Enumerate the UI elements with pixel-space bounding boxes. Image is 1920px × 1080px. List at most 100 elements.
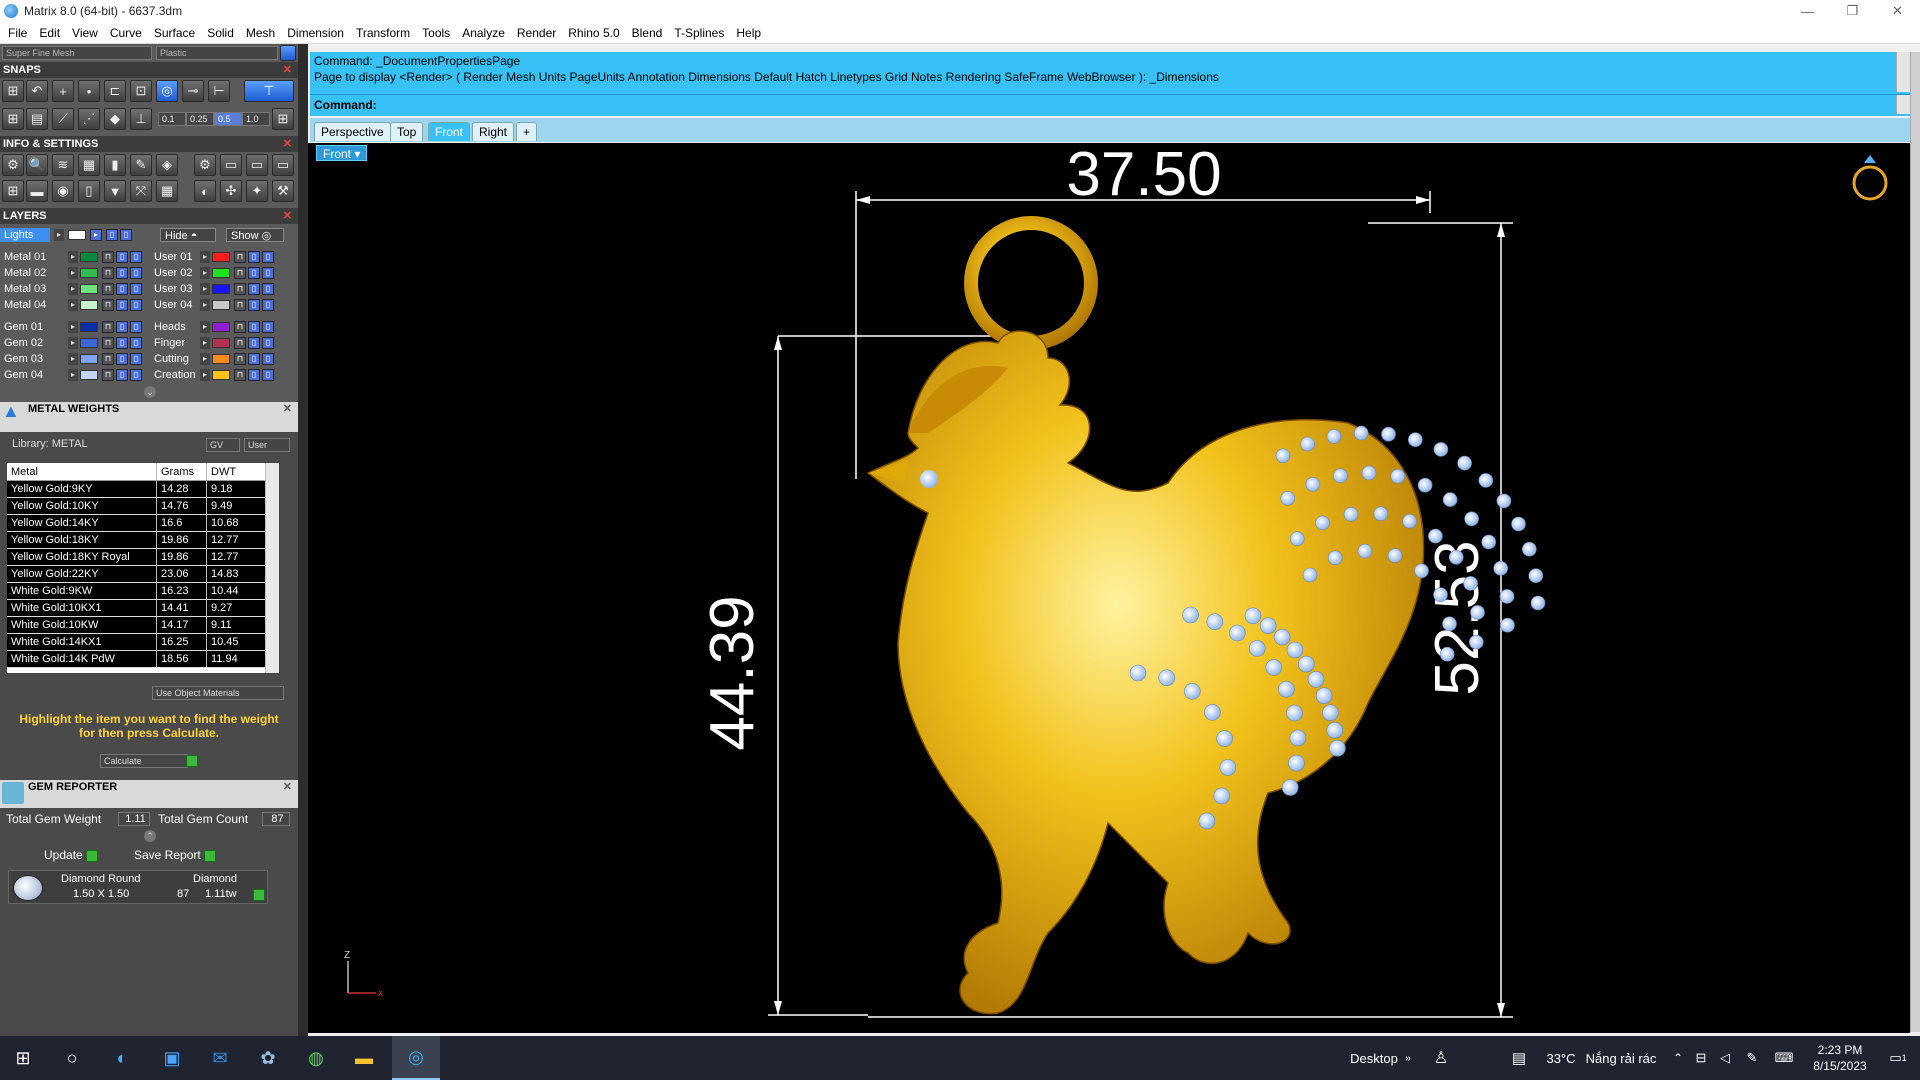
col-grams[interactable]: Grams xyxy=(157,463,207,480)
expand-icon[interactable]: ▸ xyxy=(200,267,210,279)
layer-color-swatch[interactable] xyxy=(80,268,98,278)
lock-icon[interactable]: ⊓ xyxy=(102,321,114,333)
visible-icon[interactable]: ▯ xyxy=(116,321,128,333)
table-row[interactable]: White Gold:9KW 16.23 10.44 xyxy=(7,583,279,600)
layer-color-swatch[interactable] xyxy=(80,354,98,364)
snap-tan-icon[interactable]: ⊢ xyxy=(208,80,230,102)
layer-color-swatch[interactable] xyxy=(80,338,98,348)
filter-icon[interactable]: ▼ xyxy=(104,180,126,202)
cylinder-icon[interactable]: ▯ xyxy=(78,180,100,202)
dimension-top[interactable]: 37.50 xyxy=(1066,143,1221,209)
calculate-go-icon[interactable] xyxy=(186,755,198,767)
snap-near-icon[interactable]: ⊡ xyxy=(130,80,152,102)
snap-end-icon[interactable]: ⊏ xyxy=(104,80,126,102)
lock-icon[interactable]: ⊓ xyxy=(102,283,114,295)
layer-color-swatch[interactable] xyxy=(212,370,230,380)
show-all-button[interactable]: Show ◎ xyxy=(226,228,284,242)
layer-color-swatch[interactable] xyxy=(80,252,98,262)
layer-color-swatch[interactable] xyxy=(80,322,98,332)
visible-icon[interactable]: ▯ xyxy=(248,369,260,381)
snap-center-icon[interactable]: ◎ xyxy=(156,80,178,102)
visible-icon[interactable]: ▯ xyxy=(106,229,118,241)
panel-toggle-button[interactable] xyxy=(280,45,296,61)
close-icon[interactable]: ✕ xyxy=(283,402,292,416)
tab-front[interactable]: Front xyxy=(428,122,471,141)
snap-step-2[interactable]: 0.5 xyxy=(214,112,242,126)
snap-mid-icon[interactable]: ⊸ xyxy=(182,80,204,102)
visible-icon[interactable]: ▯ xyxy=(248,321,260,333)
app-icon[interactable]: ✿ xyxy=(246,1036,290,1080)
layer-color-swatch[interactable] xyxy=(80,370,98,380)
table-row[interactable]: Yellow Gold:9KY 14.28 9.18 xyxy=(7,481,279,498)
snap-origin-icon[interactable]: ⊥ xyxy=(130,108,152,130)
visible-icon[interactable]: ▯ xyxy=(248,337,260,349)
table-row[interactable]: White Gold:10KW 14.17 9.11 xyxy=(7,617,279,634)
render-icon[interactable]: ▯ xyxy=(130,251,142,263)
weather-text[interactable]: Nắng rải rác xyxy=(1582,1036,1660,1080)
lock-icon[interactable]: ⊓ xyxy=(234,251,246,263)
layer-color-swatch[interactable] xyxy=(80,284,98,294)
layers-stack-icon[interactable]: ≋ xyxy=(52,154,74,176)
render-icon[interactable]: ▯ xyxy=(262,251,274,263)
table-row[interactable]: Yellow Gold:18KY Royal 19.86 12.77 xyxy=(7,549,279,566)
update-go-icon[interactable] xyxy=(86,849,99,862)
render-icon[interactable]: ▯ xyxy=(262,369,274,381)
lock-icon[interactable]: ⊓ xyxy=(102,369,114,381)
visible-icon[interactable]: ▯ xyxy=(116,251,128,263)
hide-all-button[interactable]: Hide ◓ xyxy=(160,228,216,242)
visible-icon[interactable]: ▯ xyxy=(248,251,260,263)
command-prompt[interactable]: Command: xyxy=(310,94,1910,114)
green-app-icon[interactable]: ◍ xyxy=(294,1036,338,1080)
layer-row[interactable]: Metal 03 ▸ ⊓ ▯ ▯ xyxy=(0,282,146,296)
menu-surface[interactable]: Surface xyxy=(148,26,201,40)
visible-icon[interactable]: ▯ xyxy=(116,337,128,349)
use-object-materials-toggle[interactable]: Use Object Materials xyxy=(152,686,284,700)
table-row[interactable]: Yellow Gold:10KY 14.76 9.49 xyxy=(7,498,279,515)
close-button[interactable]: ✕ xyxy=(1875,0,1920,22)
minimize-button[interactable]: — xyxy=(1785,0,1830,22)
calculate-button[interactable]: Calculate xyxy=(100,754,188,768)
layer-row[interactable]: Gem 03 ▸ ⊓ ▯ ▯ xyxy=(0,352,146,366)
ring-icon[interactable] xyxy=(1852,155,1888,201)
expand-icon[interactable]: ▸ xyxy=(68,337,78,349)
gem-row[interactable]: Diamond Round 1.50 X 1.50 Diamond 87 1.1… xyxy=(8,870,268,904)
window3-settings-icon[interactable]: ▭ xyxy=(272,154,294,176)
visible-icon[interactable]: ▯ xyxy=(116,353,128,365)
layer-row[interactable]: User 02 ▸ ⊓ ▯ ▯ xyxy=(150,266,296,280)
save-go-icon[interactable] xyxy=(204,849,217,862)
user-toggle[interactable]: User xyxy=(244,438,290,452)
expand-icon[interactable]: ▸ xyxy=(68,369,78,381)
render-icon[interactable]: ▯ xyxy=(130,299,142,311)
expand-icon[interactable]: ▸ xyxy=(68,321,78,333)
col-dwt[interactable]: DWT xyxy=(207,463,263,480)
weather-temp[interactable]: 33°C xyxy=(1540,1036,1582,1080)
file-explorer-icon[interactable]: ▬ xyxy=(342,1036,386,1080)
lock-icon[interactable]: ⊓ xyxy=(234,283,246,295)
render-icon[interactable]: ▯ xyxy=(120,229,132,241)
lock-icon[interactable]: ▸ xyxy=(90,229,102,241)
layer-row[interactable]: Cutting ▸ ⊓ ▯ ▯ xyxy=(150,352,296,366)
visible-icon[interactable]: ▯ xyxy=(248,299,260,311)
expand-icon[interactable]: ▸ xyxy=(200,283,210,295)
expand-icon[interactable]: ▸ xyxy=(200,369,210,381)
snap-plane-icon[interactable]: ◆ xyxy=(104,108,126,130)
layer-color-swatch[interactable] xyxy=(212,300,230,310)
render-icon[interactable]: ▯ xyxy=(130,353,142,365)
render-icon[interactable]: ▯ xyxy=(262,299,274,311)
search-icon[interactable]: ○ xyxy=(50,1036,94,1080)
settings-icon[interactable]: ⚙ xyxy=(2,154,24,176)
render-icon[interactable]: ▯ xyxy=(262,267,274,279)
menu-blend[interactable]: Blend xyxy=(626,26,669,40)
viewport-front[interactable]: Front ▾ 37.50 44.39 52.53 Z x xyxy=(308,143,1910,1033)
layer-row[interactable]: Heads ▸ ⊓ ▯ ▯ xyxy=(150,320,296,334)
lock-icon[interactable]: ⊓ xyxy=(102,267,114,279)
tools-icon[interactable]: ⚒ xyxy=(272,180,294,202)
expand-icon[interactable]: ▸ xyxy=(68,251,78,263)
snap-grid3-icon[interactable]: ⊞ xyxy=(272,108,294,130)
render-icon[interactable]: ▯ xyxy=(262,321,274,333)
table-row[interactable]: White Gold:14K PdW 18.56 11.94 xyxy=(7,651,279,668)
render-icon[interactable]: ▯ xyxy=(130,283,142,295)
lock-icon[interactable]: ⊓ xyxy=(234,321,246,333)
expand-icon[interactable]: ▸ xyxy=(68,267,78,279)
menu-tsplines[interactable]: T-Splines xyxy=(668,26,730,40)
